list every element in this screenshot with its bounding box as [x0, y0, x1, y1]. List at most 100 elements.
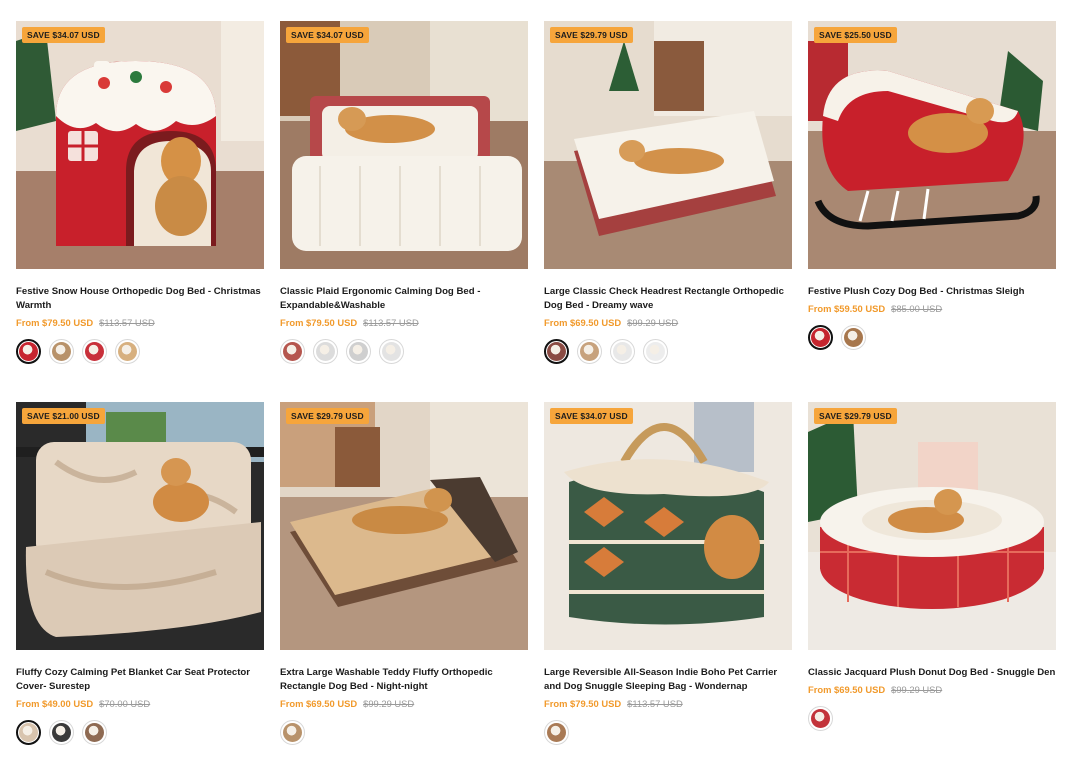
variant-swatch[interactable] [610, 339, 635, 364]
variant-swatch[interactable] [82, 339, 107, 364]
discount-badge: SAVE $29.79 USD [814, 408, 897, 424]
variant-swatch[interactable] [82, 720, 107, 745]
product-title[interactable]: Large Classic Check Headrest Rectangle O… [544, 285, 792, 313]
variant-swatch-thumb [613, 342, 632, 361]
variant-swatch[interactable] [16, 339, 41, 364]
variant-swatches [808, 325, 1056, 350]
compare-price: $99.29 USD [363, 698, 415, 709]
price-row: From $79.50 USD $113.57 USD [280, 317, 528, 329]
variant-swatch-thumb [19, 342, 38, 361]
product-title[interactable]: Large Reversible All-Season Indie Boho P… [544, 666, 792, 694]
product-image[interactable]: SAVE $21.00 USD [16, 402, 264, 650]
product-title[interactable]: Fluffy Cozy Calming Pet Blanket Car Seat… [16, 666, 264, 694]
product-image[interactable]: SAVE $25.50 USD [808, 21, 1056, 269]
price-row: From $69.50 USD $99.29 USD [544, 317, 792, 329]
variant-swatch[interactable] [16, 720, 41, 745]
variant-swatches [16, 339, 264, 364]
product-title[interactable]: Festive Plush Cozy Dog Bed - Christmas S… [808, 285, 1056, 299]
compare-price: $99.29 USD [891, 684, 943, 695]
discount-badge: SAVE $34.07 USD [550, 408, 633, 424]
variant-swatches [280, 720, 528, 745]
variant-swatch-thumb [85, 342, 104, 361]
product-card[interactable]: SAVE $29.79 USD Extra Large Washable Ted… [280, 402, 528, 769]
variant-swatch-thumb [547, 723, 566, 742]
variant-swatch[interactable] [115, 339, 140, 364]
variant-swatch-thumb [811, 328, 830, 347]
product-card[interactable]: SAVE $29.79 USD Classic Jacquard Plush D… [808, 402, 1056, 769]
variant-swatch-thumb [646, 342, 665, 361]
variant-swatch-thumb [19, 723, 38, 742]
price-row: From $79.50 USD $113.57 USD [16, 317, 264, 329]
price-row: From $69.50 USD $99.29 USD [280, 698, 528, 710]
product-card[interactable]: SAVE $21.00 USD Fluffy Cozy Calming Pet … [16, 402, 264, 769]
variant-swatch[interactable] [346, 339, 371, 364]
variant-swatch-thumb [811, 709, 830, 728]
discount-badge: SAVE $29.79 USD [286, 408, 369, 424]
variant-swatch-thumb [52, 723, 71, 742]
sale-price: From $69.50 USD [544, 317, 622, 328]
product-card[interactable]: SAVE $34.07 USD Festive Snow House Ortho… [16, 21, 264, 402]
variant-swatch-thumb [85, 723, 104, 742]
product-image[interactable]: SAVE $29.79 USD [544, 21, 792, 269]
compare-price: $113.57 USD [363, 317, 419, 328]
variant-swatch[interactable] [808, 325, 833, 350]
price-row: From $49.00 USD $70.00 USD [16, 698, 264, 710]
variant-swatch-thumb [283, 723, 302, 742]
variant-swatch-thumb [118, 342, 137, 361]
variant-swatches [808, 706, 1056, 731]
product-card[interactable]: SAVE $29.79 USD Large Classic Check Head… [544, 21, 792, 402]
variant-swatch[interactable] [313, 339, 338, 364]
price-row: From $69.50 USD $99.29 USD [808, 684, 1056, 696]
variant-swatch[interactable] [379, 339, 404, 364]
sale-price: From $69.50 USD [280, 698, 358, 709]
product-image[interactable]: SAVE $34.07 USD [544, 402, 792, 650]
product-image[interactable]: SAVE $34.07 USD [16, 21, 264, 269]
product-title[interactable]: Classic Jacquard Plush Donut Dog Bed - S… [808, 666, 1056, 680]
product-title[interactable]: Extra Large Washable Teddy Fluffy Orthop… [280, 666, 528, 694]
variant-swatches [544, 339, 792, 364]
product-image[interactable]: SAVE $34.07 USD [280, 21, 528, 269]
variant-swatch-thumb [316, 342, 335, 361]
variant-swatch-thumb [52, 342, 71, 361]
variant-swatch[interactable] [280, 720, 305, 745]
sale-price: From $79.50 USD [280, 317, 358, 328]
discount-badge: SAVE $21.00 USD [22, 408, 105, 424]
product-card[interactable]: SAVE $34.07 USD Classic Plaid Ergonomic … [280, 21, 528, 402]
variant-swatch-thumb [283, 342, 302, 361]
variant-swatch[interactable] [643, 339, 668, 364]
product-grid: SAVE $34.07 USD Festive Snow House Ortho… [16, 21, 1056, 769]
discount-badge: SAVE $29.79 USD [550, 27, 633, 43]
variant-swatch-thumb [580, 342, 599, 361]
discount-badge: SAVE $34.07 USD [286, 27, 369, 43]
product-card[interactable]: SAVE $25.50 USD Festive Plush Cozy Dog B… [808, 21, 1056, 402]
variant-swatch-thumb [382, 342, 401, 361]
product-title[interactable]: Festive Snow House Orthopedic Dog Bed - … [16, 285, 264, 313]
discount-badge: SAVE $34.07 USD [22, 27, 105, 43]
compare-price: $99.29 USD [627, 317, 679, 328]
product-image[interactable]: SAVE $29.79 USD [280, 402, 528, 650]
variant-swatch[interactable] [544, 339, 569, 364]
variant-swatch-thumb [349, 342, 368, 361]
variant-swatch[interactable] [280, 339, 305, 364]
product-image[interactable]: SAVE $29.79 USD [808, 402, 1056, 650]
variant-swatch[interactable] [49, 720, 74, 745]
price-row: From $79.50 USD $113.57 USD [544, 698, 792, 710]
sale-price: From $59.50 USD [808, 303, 886, 314]
product-card[interactable]: SAVE $34.07 USD Large Reversible All-Sea… [544, 402, 792, 769]
discount-badge: SAVE $25.50 USD [814, 27, 897, 43]
variant-swatches [16, 720, 264, 745]
sale-price: From $79.50 USD [544, 698, 622, 709]
compare-price: $85.00 USD [891, 303, 943, 314]
product-title[interactable]: Classic Plaid Ergonomic Calming Dog Bed … [280, 285, 528, 313]
variant-swatch[interactable] [49, 339, 74, 364]
variant-swatch[interactable] [544, 720, 569, 745]
compare-price: $113.57 USD [627, 698, 683, 709]
sale-price: From $49.00 USD [16, 698, 94, 709]
variant-swatch[interactable] [577, 339, 602, 364]
variant-swatches [280, 339, 528, 364]
variant-swatch[interactable] [841, 325, 866, 350]
price-row: From $59.50 USD $85.00 USD [808, 303, 1056, 315]
sale-price: From $69.50 USD [808, 684, 886, 695]
variant-swatches [544, 720, 792, 745]
variant-swatch[interactable] [808, 706, 833, 731]
